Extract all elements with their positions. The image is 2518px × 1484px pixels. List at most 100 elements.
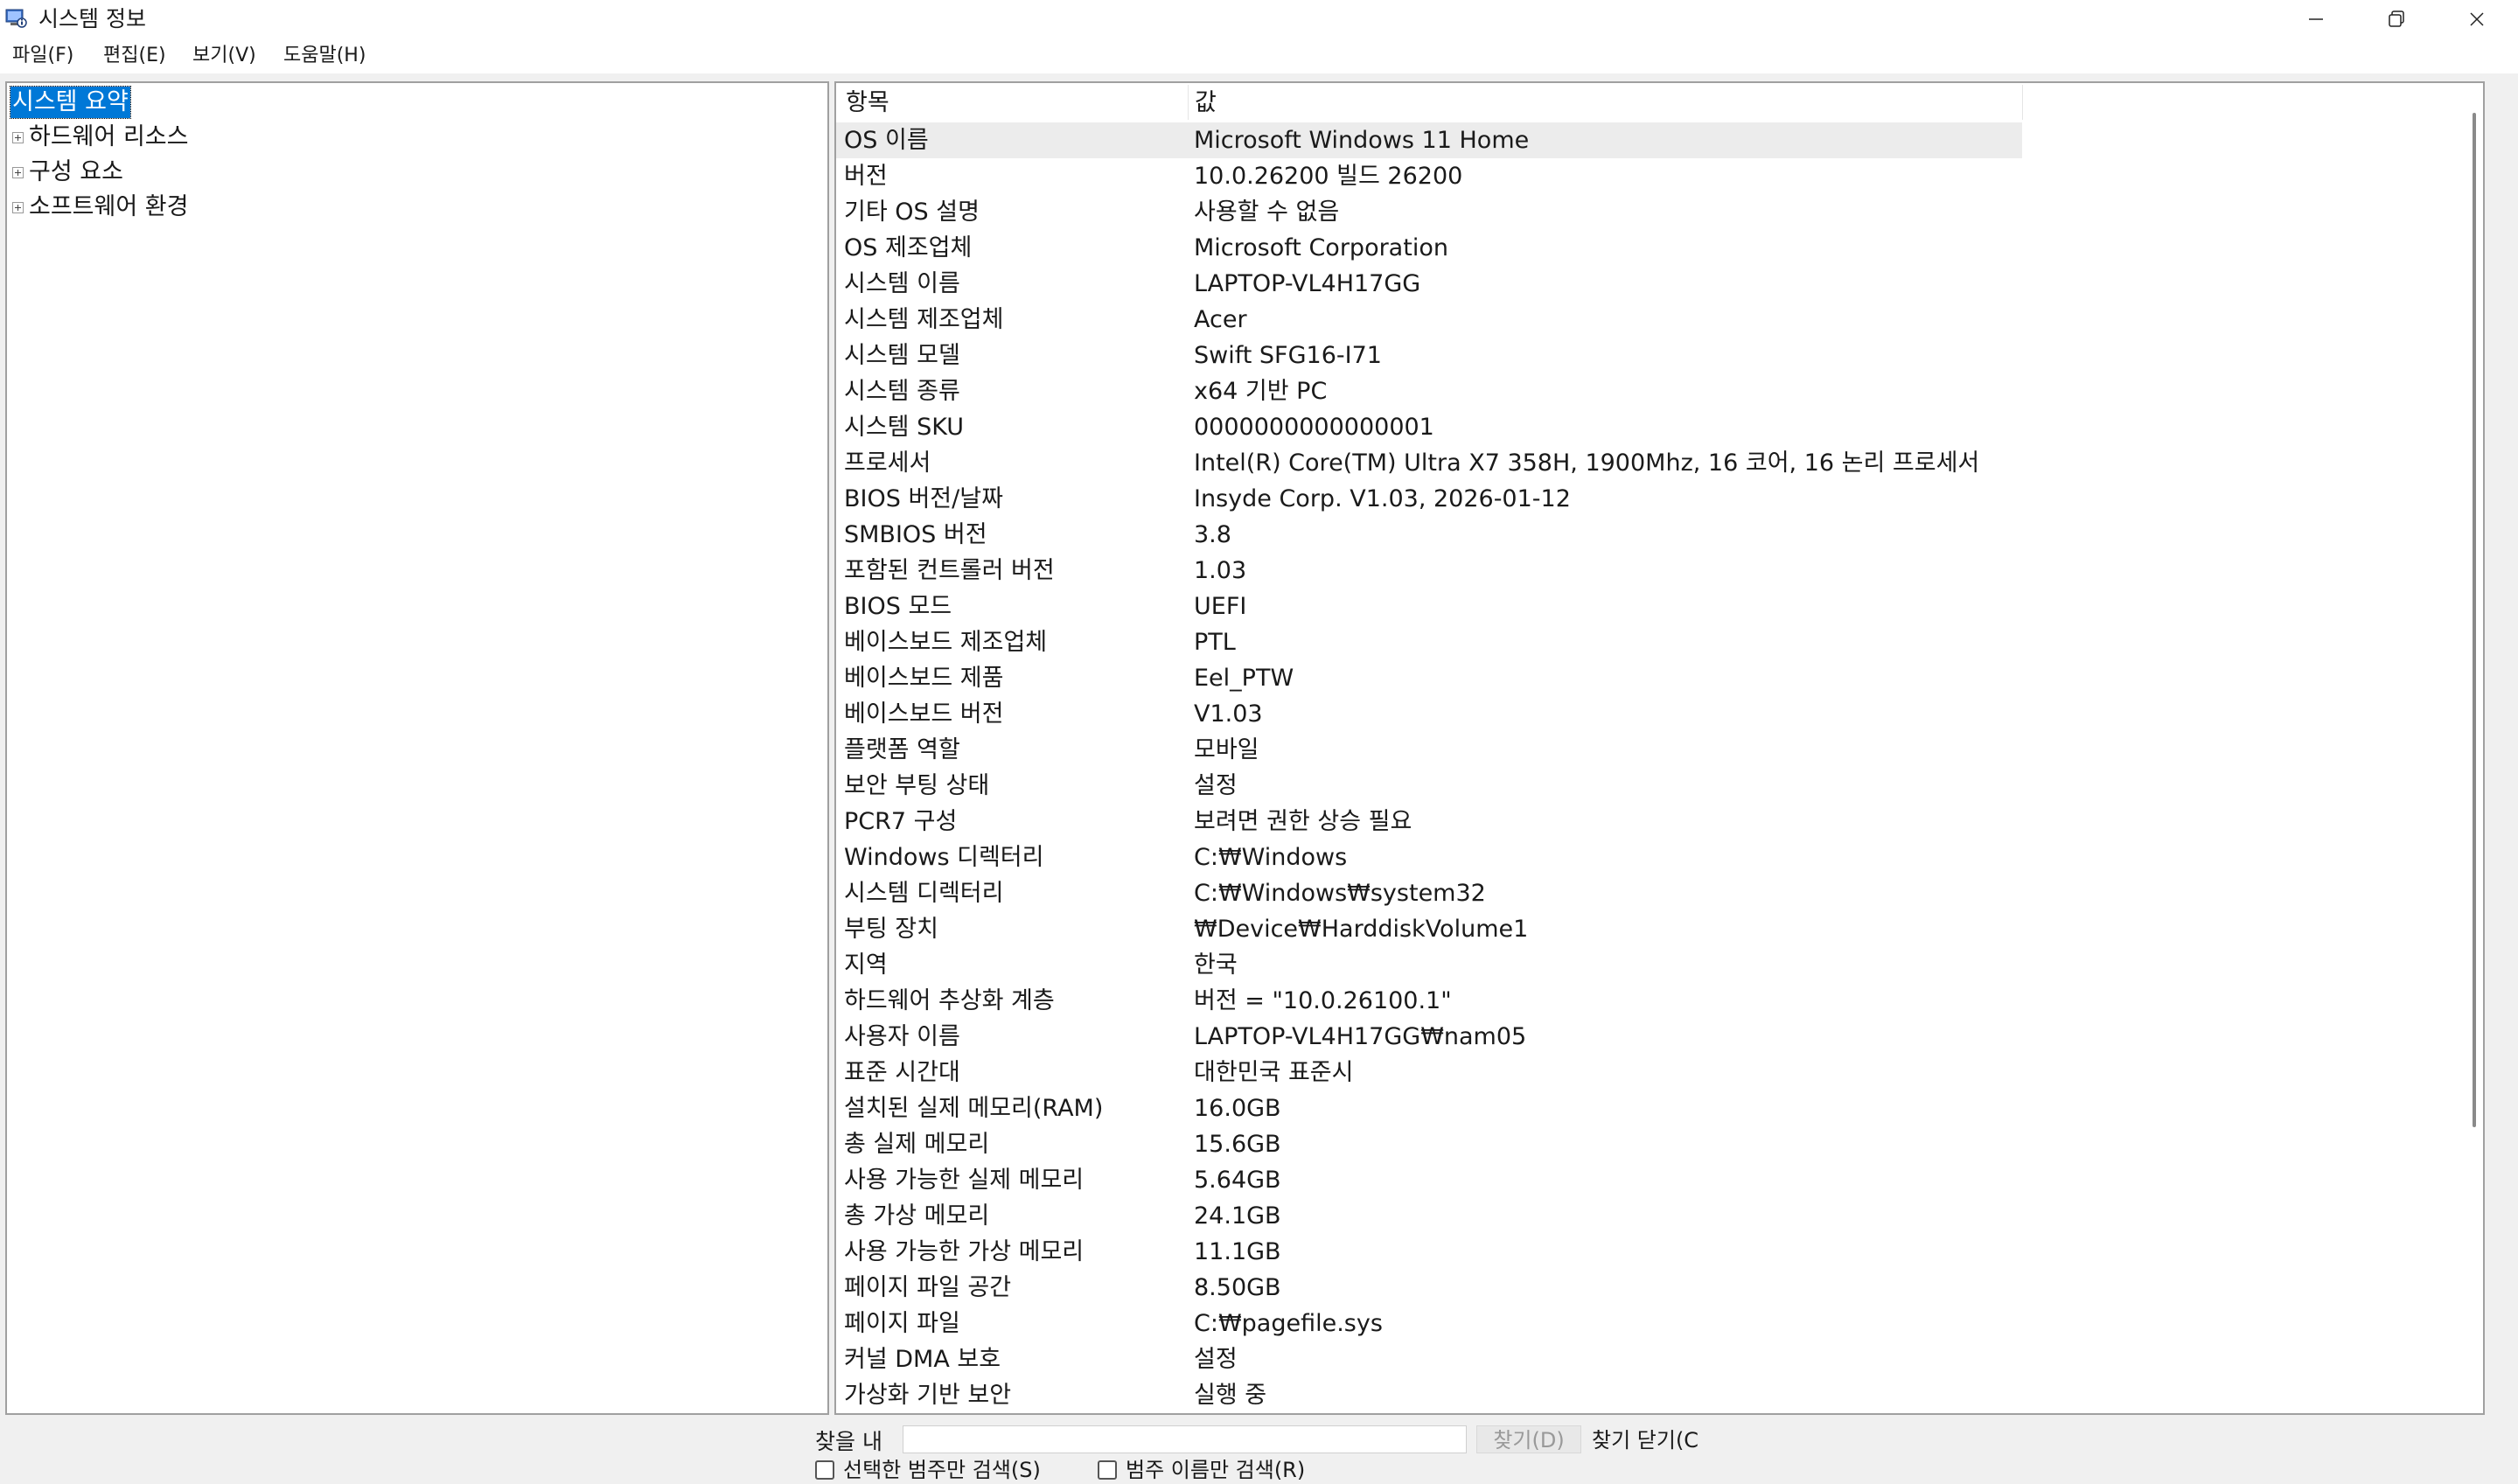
table-row[interactable]: BIOS 모드 UEFI xyxy=(836,589,2022,624)
table-row[interactable]: BIOS 버전/날짜 Insyde Corp. V1.03, 2026-01-12 xyxy=(836,481,2022,517)
table-row[interactable]: 보안 부팅 상태 설정 xyxy=(836,768,2022,804)
table-row[interactable]: 시스템 SKU 0000000000000001 xyxy=(836,409,2022,445)
table-row[interactable]: 부팅 장치 ₩Device₩HarddiskVolume1 xyxy=(836,911,2022,947)
row-item: 플랫폼 역할 xyxy=(844,736,960,763)
row-item: 프로세서 xyxy=(844,449,931,477)
menu-file[interactable]: 파일(F) xyxy=(10,42,75,70)
row-item: 사용자 이름 xyxy=(844,1023,960,1050)
checkbox[interactable] xyxy=(815,1460,834,1480)
row-item: 설치된 실제 메모리(RAM) xyxy=(844,1095,1104,1122)
row-value: 설정 xyxy=(1194,772,1238,799)
table-row[interactable]: PCR7 구성 보려면 권한 상승 필요 xyxy=(836,804,2022,840)
row-value: C:₩Windows xyxy=(1194,844,1348,871)
table-row[interactable]: 설치된 실제 메모리(RAM) 16.0GB xyxy=(836,1090,2022,1126)
row-item: 표준 시간대 xyxy=(844,1059,960,1086)
table-row[interactable]: 페이지 파일 공간 8.50GB xyxy=(836,1270,2022,1306)
row-item: 총 가상 메모리 xyxy=(844,1202,990,1230)
table-row[interactable]: SMBIOS 버전 3.8 xyxy=(836,517,2022,553)
row-value: 설정 xyxy=(1194,1346,1238,1373)
details-list[interactable]: 항목 값 OS 이름 Microsoft Windows 11 Home 버전 10.… xyxy=(834,81,2485,1415)
row-item: 보안 부팅 상태 xyxy=(844,772,990,799)
table-row[interactable]: 총 실제 메모리 15.6GB xyxy=(836,1126,2022,1162)
row-item: 포함된 컨트롤러 버전 xyxy=(844,557,1055,584)
tree-item-hardware-resources[interactable]: 하드웨어 리소스 xyxy=(12,120,190,155)
system-information-window: 시스템 정보 파일(F) 편집(E) 보기(V) 도움말(H) 시스템 요약 하… xyxy=(0,0,2518,1484)
column-divider[interactable] xyxy=(1188,85,1189,120)
table-row[interactable]: 프로세서 Intel(R) Core(TM) Ultra X7 358H, 190… xyxy=(836,445,2022,481)
row-item: 시스템 제조업체 xyxy=(844,306,1004,333)
window-title: 시스템 정보 xyxy=(38,6,146,31)
find-input[interactable] xyxy=(903,1425,1467,1453)
table-row[interactable]: 시스템 제조업체 Acer xyxy=(836,302,2022,338)
table-row[interactable]: 포함된 컨트롤러 버전 1.03 xyxy=(836,553,2022,589)
expand-plus-icon[interactable] xyxy=(12,131,24,143)
table-row[interactable]: 가상화 기반 보안 실행 중 xyxy=(836,1377,2022,1413)
restore-button[interactable] xyxy=(2356,0,2437,38)
tree-item-system-summary[interactable]: 시스템 요약 xyxy=(10,85,131,120)
table-row[interactable]: 플랫폼 역할 모바일 xyxy=(836,732,2022,768)
expand-plus-icon[interactable] xyxy=(12,166,24,178)
table-row[interactable]: 표준 시간대 대한민국 표준시 xyxy=(836,1055,2022,1090)
column-header-value[interactable]: 값 xyxy=(1195,87,1217,120)
row-value: Swift SFG16-I71 xyxy=(1194,342,1382,369)
row-item: PCR7 구성 xyxy=(844,808,958,835)
row-item: 사용 가능한 가상 메모리 xyxy=(844,1238,1085,1265)
find-label: 찾을 내 xyxy=(815,1429,882,1454)
table-row[interactable]: 사용 가능한 가상 메모리 11.1GB xyxy=(836,1234,2022,1270)
table-row[interactable]: 기타 OS 설명 사용할 수 없음 xyxy=(836,194,2022,230)
table-row[interactable]: 지역 한국 xyxy=(836,947,2022,983)
table-row[interactable]: 하드웨어 추상화 계층 버전 = "10.0.26100.1" xyxy=(836,983,2022,1019)
minimize-button[interactable] xyxy=(2276,0,2356,38)
row-item: 페이지 파일 공간 xyxy=(844,1274,1012,1301)
table-row[interactable]: 페이지 파일 C:₩pagefile.sys xyxy=(836,1306,2022,1341)
table-row[interactable]: 총 가상 메모리 24.1GB xyxy=(836,1198,2022,1234)
row-item: BIOS 모드 xyxy=(844,593,952,620)
column-divider[interactable] xyxy=(2022,85,2023,120)
row-value: 실행 중 xyxy=(1194,1382,1267,1409)
table-row[interactable]: OS 이름 Microsoft Windows 11 Home xyxy=(836,122,2022,158)
row-item: 시스템 디렉터리 xyxy=(844,880,1004,907)
column-header-item[interactable]: 항목 xyxy=(846,87,889,120)
tree-item-software-environment[interactable]: 소프트웨어 환경 xyxy=(12,190,190,225)
close-find-button[interactable]: 찾기 닫기(C xyxy=(1592,1425,1698,1455)
table-row[interactable]: 시스템 모델 Swift SFG16-I71 xyxy=(836,338,2022,373)
system-information-app-icon xyxy=(5,8,28,29)
row-item: 지역 xyxy=(844,951,888,979)
tree-item-label: 하드웨어 리소스 xyxy=(29,123,189,150)
checkbox[interactable] xyxy=(1098,1460,1117,1480)
table-row[interactable]: 베이스보드 제품 Eel_PTW xyxy=(836,660,2022,696)
vertical-scrollbar[interactable] xyxy=(2464,83,2483,1413)
menu-help[interactable]: 도움말(H) xyxy=(282,42,367,70)
table-row[interactable]: 사용자 이름 LAPTOP-VL4H17GG₩nam05 xyxy=(836,1019,2022,1055)
row-value: UEFI xyxy=(1194,593,1247,620)
close-button[interactable] xyxy=(2437,0,2517,38)
row-item: 페이지 파일 xyxy=(844,1310,960,1337)
table-row[interactable]: 베이스보드 버전 V1.03 xyxy=(836,696,2022,732)
tree-item-label: 구성 요소 xyxy=(29,158,123,185)
table-row[interactable]: OS 제조업체 Microsoft Corporation xyxy=(836,230,2022,266)
category-tree: 시스템 요약 하드웨어 리소스 구성 요소 소프트웨어 환경 xyxy=(5,81,829,1415)
table-row[interactable]: 커널 DMA 보호 설정 xyxy=(836,1341,2022,1377)
find-button[interactable]: 찾기(D) xyxy=(1476,1425,1581,1453)
search-selected-category-only[interactable]: 선택한 범주만 검색(S) xyxy=(815,1456,1041,1484)
table-row[interactable]: 사용 가능한 실제 메모리 5.64GB xyxy=(836,1162,2022,1198)
row-value: 16.0GB xyxy=(1194,1095,1281,1122)
restore-icon xyxy=(2387,10,2406,29)
expand-plus-icon[interactable] xyxy=(12,201,24,213)
scrollbar-thumb[interactable] xyxy=(2473,113,2476,1127)
row-value: 모바일 xyxy=(1194,736,1259,763)
search-category-names-only[interactable]: 범주 이름만 검색(R) xyxy=(1098,1456,1305,1484)
table-row[interactable]: Windows 디렉터리 C:₩Windows xyxy=(836,840,2022,875)
menu-edit[interactable]: 편집(E) xyxy=(101,42,168,70)
table-row[interactable]: 버전 10.0.26200 빌드 26200 xyxy=(836,158,2022,194)
menu-view[interactable]: 보기(V) xyxy=(191,42,258,70)
table-row[interactable]: 베이스보드 제조업체 PTL xyxy=(836,624,2022,660)
table-row[interactable]: 시스템 디렉터리 C:₩Windows₩system32 xyxy=(836,875,2022,911)
table-row[interactable]: 시스템 종류 x64 기반 PC xyxy=(836,373,2022,409)
table-row[interactable]: 시스템 이름 LAPTOP-VL4H17GG xyxy=(836,266,2022,302)
tree-item-components[interactable]: 구성 요소 xyxy=(12,155,125,190)
row-value: 3.8 xyxy=(1194,521,1231,548)
row-value: Microsoft Windows 11 Home xyxy=(1194,127,1530,154)
row-value: 11.1GB xyxy=(1194,1238,1281,1265)
title-bar: 시스템 정보 xyxy=(0,0,2518,38)
